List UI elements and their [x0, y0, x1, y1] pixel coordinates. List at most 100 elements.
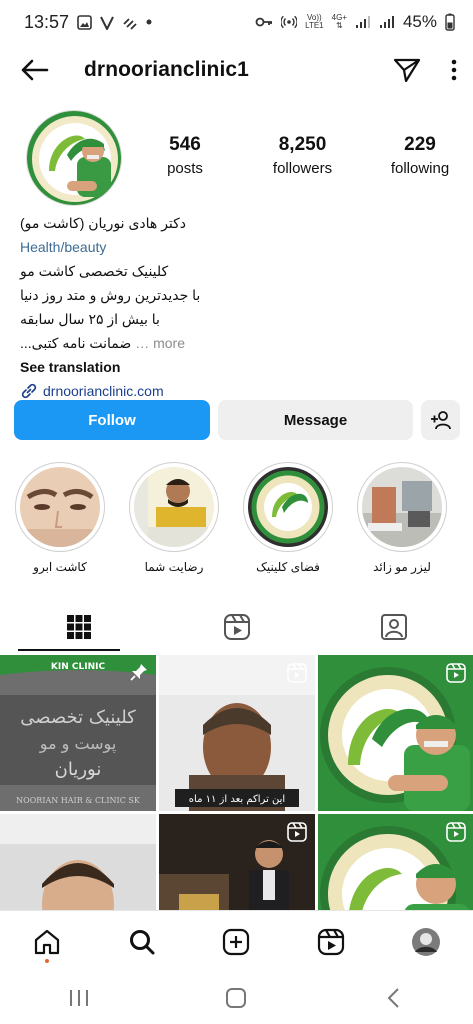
volte-indicator: Vo)) LTE1	[305, 13, 324, 30]
bio-last-line: ضمانت نامه کتبی... … more	[20, 331, 460, 355]
reels-icon	[223, 614, 250, 640]
back-button[interactable]	[16, 52, 52, 88]
reel-indicator-icon	[287, 822, 307, 847]
home-system-button[interactable]	[206, 978, 266, 1018]
tab-tagged[interactable]	[315, 603, 473, 651]
dot-icon	[146, 19, 152, 25]
see-translation-link[interactable]: See translation	[20, 355, 460, 379]
back-arrow-icon	[21, 59, 49, 81]
reel-indicator-icon	[446, 663, 466, 688]
post-thumbnail[interactable]: KIN CLINIC کلینیک تخصصی پوست و مو نوریان…	[0, 655, 156, 811]
more-vertical-icon	[451, 59, 457, 81]
pinned-icon	[130, 663, 148, 686]
signal-icon	[355, 15, 371, 29]
svg-text:NOORIAN HAIR & CLINIC SK: NOORIAN HAIR & CLINIC SK	[16, 796, 141, 805]
tagged-icon	[381, 614, 408, 640]
post-thumbnail[interactable]: این تراکم بعد از ۱۱ ماه	[159, 655, 315, 811]
follow-button[interactable]: Follow	[14, 400, 210, 440]
search-icon	[129, 929, 155, 954]
svg-text:KIN CLINIC: KIN CLINIC	[51, 662, 106, 672]
v-notification-icon	[100, 15, 114, 30]
followers-count: 8,250	[278, 134, 327, 155]
grid-icon	[66, 615, 91, 639]
nav-profile[interactable]	[396, 917, 456, 967]
highlight-satisfaction[interactable]: رضایت شما	[128, 462, 220, 574]
following-stat[interactable]: 229 following	[385, 134, 455, 177]
share-profile-button[interactable]	[393, 57, 421, 83]
followers-stat[interactable]: 8,250 followers	[268, 134, 338, 177]
bio-line: با بیش از ۲۵ سال سابقه	[20, 311, 160, 327]
post-thumbnail[interactable]	[0, 814, 156, 910]
posts-label: posts	[167, 160, 203, 177]
key-icon	[255, 16, 273, 28]
highlight-eyebrow[interactable]: کاشت ابرو	[14, 462, 106, 574]
status-bar: 13:57 Vo)) LTE1 4G+ ⇅ 45%	[0, 0, 473, 44]
posts-count: 546	[169, 134, 201, 155]
story-highlights: کاشت ابرو رضایت شما فضای کلینیک لیزر مو …	[0, 462, 473, 582]
bio-line: ضمانت نامه کتبی...	[20, 335, 132, 351]
chevron-left-icon	[387, 988, 399, 1008]
reel-indicator-icon	[446, 822, 466, 847]
profile-actions: Follow Message	[14, 400, 460, 440]
reels-icon	[317, 928, 345, 955]
highlight-label: لیزر مو زائد	[373, 560, 431, 574]
message-button[interactable]: Message	[218, 400, 413, 440]
highlight-clinic-space[interactable]: فضای کلینیک	[242, 462, 334, 574]
highlight-thumbnail	[248, 467, 328, 547]
profile-avatar[interactable]	[26, 110, 122, 206]
post-thumbnail[interactable]	[318, 814, 473, 910]
network-type-indicator: 4G+ ⇅	[331, 13, 347, 30]
nav-search[interactable]	[112, 917, 172, 967]
following-label: following	[390, 160, 450, 177]
tab-reels[interactable]	[158, 603, 316, 651]
home-square-icon	[226, 988, 247, 1008]
post-thumbnail[interactable]	[159, 814, 315, 910]
send-icon	[393, 58, 421, 83]
profile-summary: 546 posts 8,250 followers 229 following	[0, 110, 473, 206]
reel-indicator-icon	[287, 663, 307, 688]
status-time: 13:57	[24, 11, 70, 32]
profile-username: drnoorianclinic1	[84, 58, 249, 81]
bio-line: کلینیک تخصصی کاشت مو	[20, 263, 169, 279]
link-icon	[21, 383, 37, 399]
tab-posts-grid[interactable]	[0, 603, 158, 651]
nav-reels[interactable]	[301, 917, 361, 967]
profile-avatar-icon	[411, 927, 440, 956]
more-link[interactable]: … more	[135, 335, 185, 351]
battery-icon	[445, 13, 455, 31]
wifi-off-icon	[122, 15, 138, 30]
signal-2-icon	[379, 15, 395, 29]
battery-level: 45%	[402, 12, 437, 31]
highlight-thumbnail	[362, 467, 442, 547]
notification-dot	[45, 958, 50, 963]
followers-label: followers	[272, 160, 333, 177]
profile-header: drnoorianclinic1	[0, 44, 473, 96]
highlight-label: فضای کلینیک	[256, 560, 320, 574]
highlight-thumbnail	[134, 467, 214, 547]
suggested-accounts-button[interactable]	[421, 400, 460, 440]
svg-text:پوست و مو: پوست و مو	[39, 734, 117, 754]
profile-bio: دکتر هادی نوریان (کاشت مو) Health/beauty…	[20, 211, 460, 403]
highlight-laser[interactable]: لیزر مو زائد	[356, 462, 448, 574]
svg-text:نوریان: نوریان	[55, 759, 102, 780]
posts-stat[interactable]: 546 posts	[150, 134, 220, 177]
highlight-label: کاشت ابرو	[33, 560, 87, 574]
options-menu-button[interactable]	[451, 59, 457, 81]
back-system-button[interactable]	[364, 978, 424, 1018]
recents-icon	[69, 990, 88, 1006]
system-navigation	[0, 972, 473, 1024]
profile-tabs	[0, 603, 473, 651]
svg-text:این تراکم بعد از ۱۱ ماه: این تراکم بعد از ۱۱ ماه	[189, 794, 285, 805]
post-thumbnail[interactable]	[318, 655, 473, 811]
recent-apps-button[interactable]	[49, 978, 109, 1018]
bio-category: Health/beauty	[20, 239, 107, 255]
gallery-icon	[77, 14, 92, 30]
highlight-label: رضایت شما	[144, 560, 204, 574]
add-post-icon	[223, 928, 250, 955]
hotspot-icon	[281, 14, 298, 30]
nav-home[interactable]	[17, 917, 77, 967]
bio-line: با جدیدترین روش و متد روز دنیا	[20, 287, 201, 303]
posts-grid: KIN CLINIC کلینیک تخصصی پوست و مو نوریان…	[0, 655, 473, 910]
bio-name: دکتر هادی نوریان (کاشت مو)	[20, 215, 187, 231]
nav-create[interactable]	[206, 917, 266, 967]
